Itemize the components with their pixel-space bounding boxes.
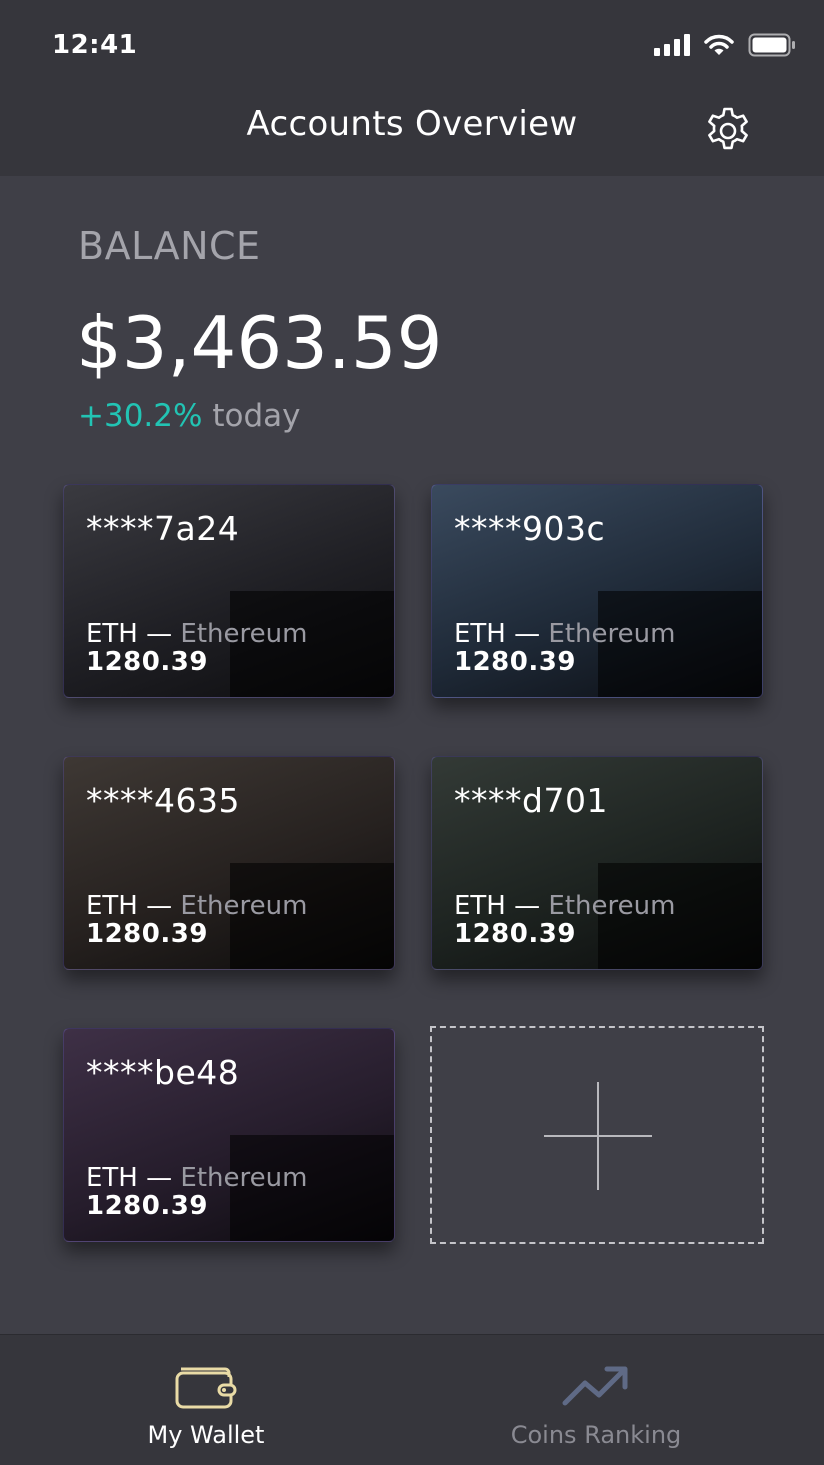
tab-label: Coins Ranking — [510, 1421, 682, 1449]
account-id: ****d701 — [454, 781, 608, 820]
account-card[interactable]: ****d701 ETH — Ethereum 1280.39 — [431, 756, 763, 970]
wifi-icon — [704, 34, 734, 55]
account-amount: 1280.39 — [454, 919, 576, 949]
account-coin: ETH — Ethereum — [86, 619, 308, 649]
settings-button[interactable] — [698, 104, 758, 158]
account-id: ****be48 — [86, 1053, 240, 1092]
battery-icon — [748, 33, 795, 57]
account-amount: 1280.39 — [86, 919, 208, 949]
tab-bar: My Wallet Coins Ranking — [0, 1334, 824, 1465]
account-coin: ETH — Ethereum — [454, 619, 676, 649]
account-id: ****7a24 — [86, 509, 240, 548]
wallet-icon — [175, 1367, 237, 1409]
balance-amount: $3,463.59 — [76, 301, 443, 385]
signal-icon — [654, 34, 690, 56]
account-amount: 1280.39 — [86, 1191, 208, 1221]
balance-change-period: today — [212, 398, 301, 434]
gear-icon — [708, 107, 748, 150]
tab-my-wallet[interactable]: My Wallet — [0, 1335, 412, 1465]
account-id: ****4635 — [86, 781, 240, 820]
account-amount: 1280.39 — [86, 647, 208, 677]
account-coin: ETH — Ethereum — [454, 891, 676, 921]
account-card[interactable]: ****4635 ETH — Ethereum 1280.39 — [63, 756, 395, 970]
account-card[interactable]: ****903c ETH — Ethereum 1280.39 — [431, 484, 763, 698]
add-account-button[interactable] — [430, 1026, 764, 1244]
top-bar: 12:41 Accounts Overview — [0, 0, 824, 176]
balance-change: +30.2% today — [78, 398, 300, 434]
tab-coins-ranking[interactable]: Coins Ranking — [390, 1335, 802, 1465]
account-id: ****903c — [454, 509, 606, 548]
account-amount: 1280.39 — [454, 647, 576, 677]
account-coin: ETH — Ethereum — [86, 1163, 308, 1193]
account-card[interactable]: ****be48 ETH — Ethereum 1280.39 — [63, 1028, 395, 1242]
account-coin: ETH — Ethereum — [86, 891, 308, 921]
balance-change-percent: +30.2% — [78, 398, 203, 434]
status-icons — [654, 33, 796, 57]
tab-label: My Wallet — [147, 1421, 265, 1449]
account-card[interactable]: ****7a24 ETH — Ethereum 1280.39 — [63, 484, 395, 698]
balance-label: BALANCE — [78, 224, 261, 268]
status-time: 12:41 — [52, 30, 138, 60]
trending-up-icon — [562, 1366, 628, 1406]
